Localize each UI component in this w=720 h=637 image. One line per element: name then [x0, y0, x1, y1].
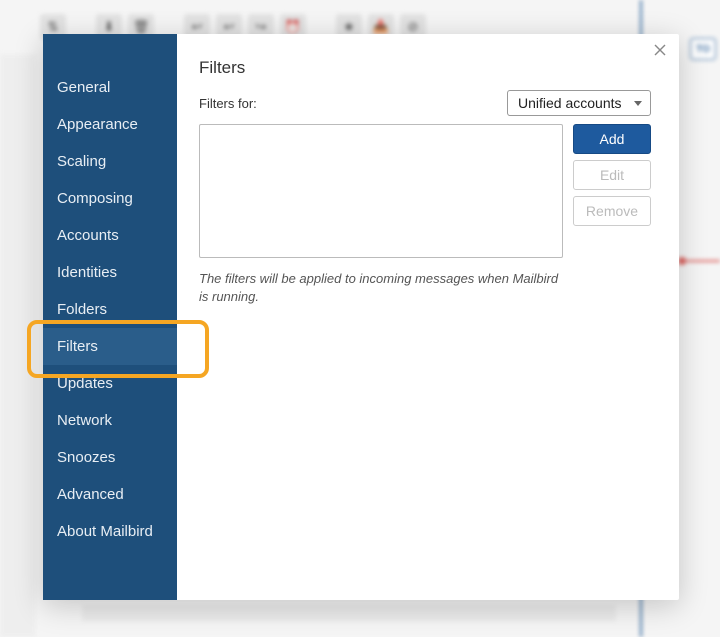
sidebar-item-general[interactable]: General	[43, 69, 177, 106]
sidebar-item-identities[interactable]: Identities	[43, 254, 177, 291]
sidebar-item-scaling[interactable]: Scaling	[43, 143, 177, 180]
account-select-value: Unified accounts	[518, 95, 622, 111]
close-button[interactable]	[651, 44, 669, 62]
edit-button: Edit	[573, 160, 651, 190]
page-title: Filters	[199, 58, 651, 78]
filters-note: The filters will be applied to incoming …	[199, 270, 569, 305]
filters-listbox[interactable]	[199, 124, 563, 258]
sidebar-item-advanced[interactable]: Advanced	[43, 476, 177, 513]
sidebar-item-about[interactable]: About Mailbird	[43, 513, 177, 550]
account-select[interactable]: Unified accounts	[507, 90, 651, 116]
filters-for-label: Filters for:	[199, 96, 257, 111]
sidebar-item-appearance[interactable]: Appearance	[43, 106, 177, 143]
sidebar-item-network[interactable]: Network	[43, 402, 177, 439]
sidebar-item-snoozes[interactable]: Snoozes	[43, 439, 177, 476]
sidebar-item-folders[interactable]: Folders	[43, 291, 177, 328]
remove-button: Remove	[573, 196, 651, 226]
sidebar-item-filters[interactable]: Filters	[43, 328, 177, 365]
settings-content: Filters Filters for: Unified accounts Ad…	[177, 34, 679, 600]
sidebar-item-accounts[interactable]: Accounts	[43, 217, 177, 254]
close-icon	[654, 44, 666, 56]
settings-sidebar: General Appearance Scaling Composing Acc…	[43, 34, 177, 600]
add-button[interactable]: Add	[573, 124, 651, 154]
modal-overlay: General Appearance Scaling Composing Acc…	[0, 0, 720, 637]
sidebar-item-updates[interactable]: Updates	[43, 365, 177, 402]
settings-modal: General Appearance Scaling Composing Acc…	[43, 34, 679, 600]
sidebar-item-composing[interactable]: Composing	[43, 180, 177, 217]
filters-actions: Add Edit Remove	[573, 124, 651, 226]
